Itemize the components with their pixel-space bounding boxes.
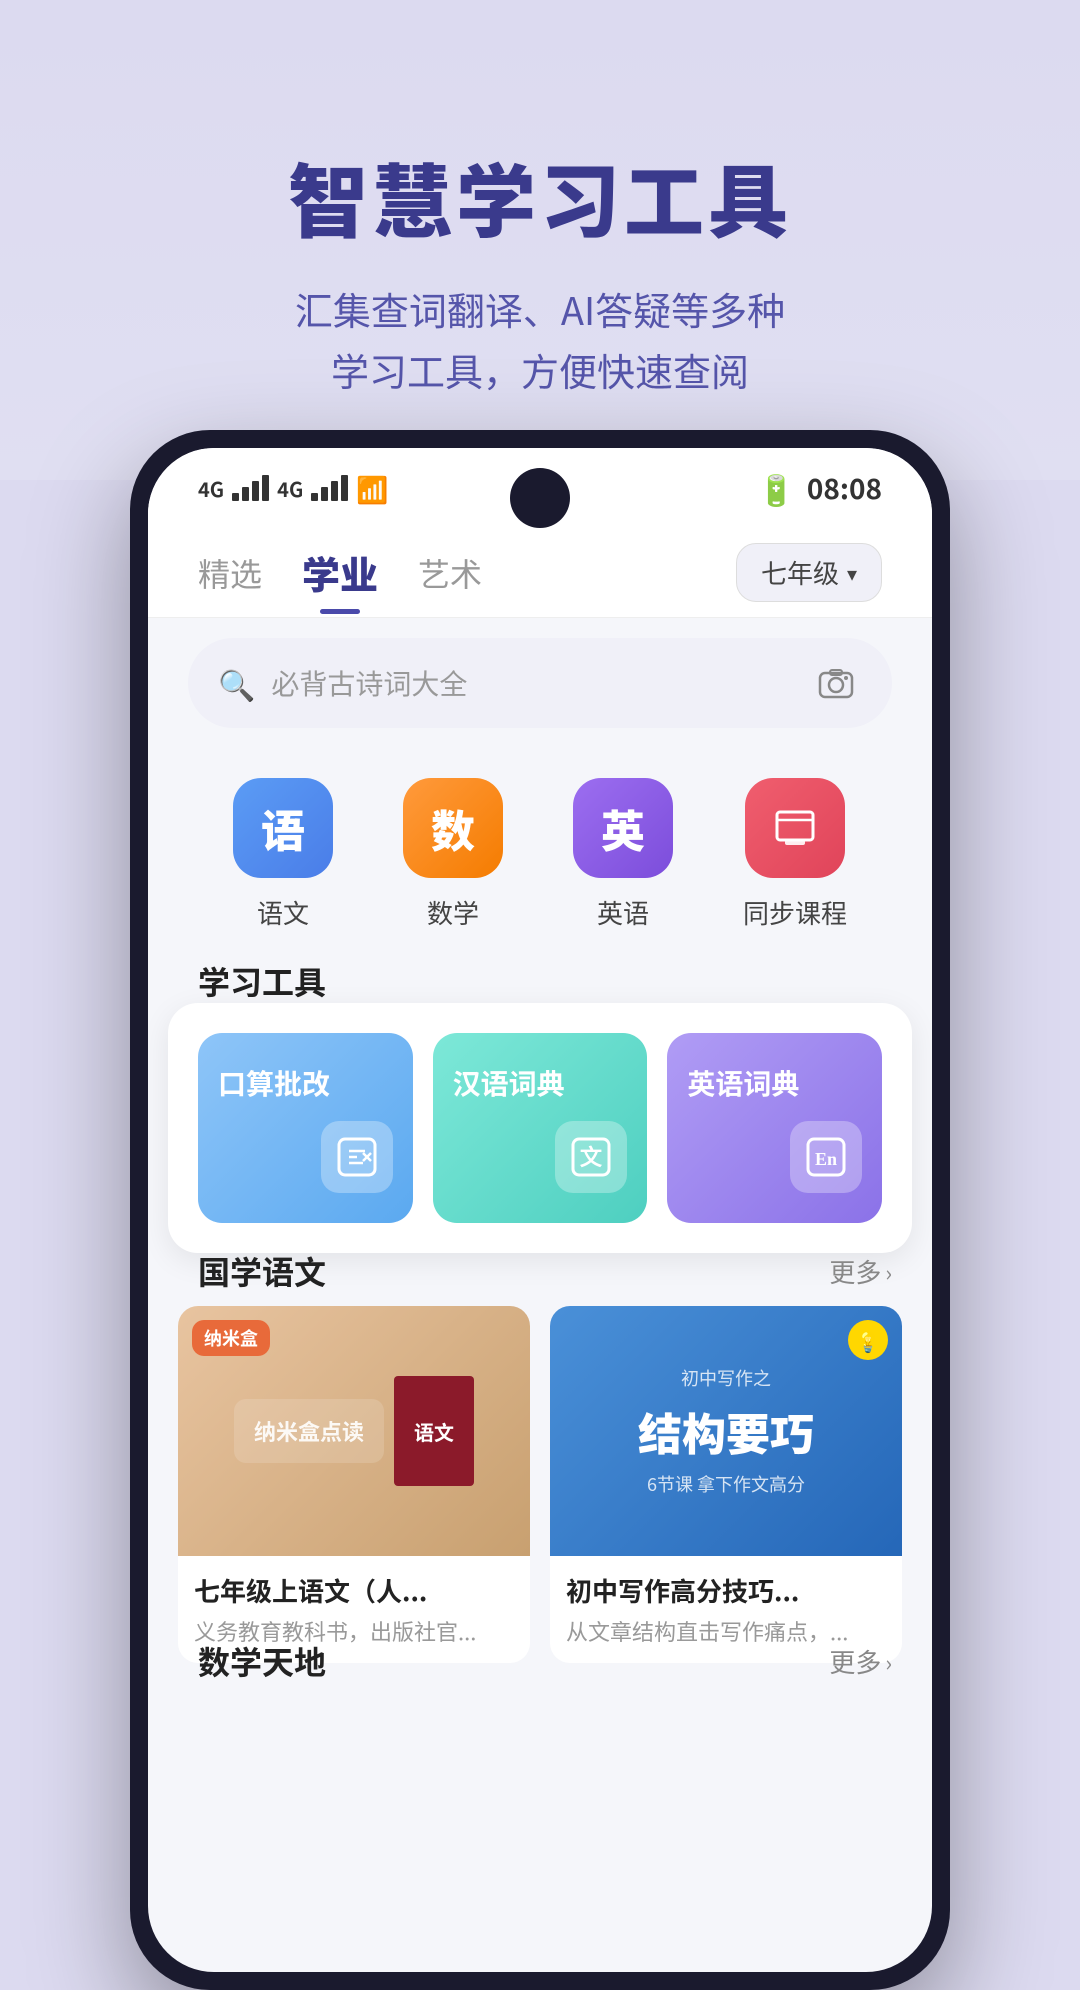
signal-4g-1: 4G	[198, 474, 224, 503]
search-icon: 🔍	[218, 661, 255, 705]
book-card-writing[interactable]: 💡 初中写作之 结构要巧 6节课 拿下作文高分 初中写作高分技巧... 从文章结…	[550, 1306, 902, 1663]
categories-row: 语 语文 数 数学 英 英语	[148, 758, 932, 951]
tab-yishu[interactable]: 艺术	[418, 540, 482, 606]
phone-notch	[510, 468, 570, 528]
phone-screen: 4G 4G 📶 🔋 08:08 精选 学业	[148, 448, 932, 1972]
tip-icon: 💡	[848, 1320, 888, 1360]
phone-frame: 4G 4G 📶 🔋 08:08 精选 学业	[130, 430, 950, 1990]
grade-selector[interactable]: 七年级 ▾	[736, 543, 882, 602]
shuxue-section-title: 数学天地	[198, 1638, 326, 1684]
writing-card-content: 初中写作之 结构要巧 6节课 拿下作文高分	[618, 1345, 834, 1517]
book-title-writing: 初中写作高分技巧...	[566, 1572, 886, 1609]
yuwen-label: 语文	[257, 894, 309, 931]
writing-sub: 6节课 拿下作文高分	[638, 1471, 814, 1497]
book-card-writing-img: 💡 初中写作之 结构要巧 6节课 拿下作文高分	[550, 1306, 902, 1556]
shuxue-more-link[interactable]: 更多 ›	[829, 1643, 892, 1680]
tool-hanyu-title: 汉语词典	[453, 1063, 565, 1103]
guoxue-more-link[interactable]: 更多 ›	[829, 1253, 892, 1290]
guoxue-section-title: 国学语文	[198, 1248, 326, 1294]
search-bar[interactable]: 🔍 必背古诗词大全	[188, 638, 892, 728]
hero-subtitle: 汇集查词翻译、AI答疑等多种 学习工具，方便快速查阅	[295, 279, 785, 401]
tool-kousuan-title: 口算批改	[218, 1063, 330, 1103]
status-left: 4G 4G 📶	[198, 470, 389, 507]
nav-tabs: 精选 学业 艺术 七年级 ▾	[148, 528, 932, 618]
search-placeholder: 必背古诗词大全	[271, 663, 794, 703]
book-cards-row: 纳米盒 纳米盒点读 语文 七年级上语文（人... 义务教育教科书，出版社官...	[178, 1306, 902, 1663]
kecheng-icon	[745, 778, 845, 878]
hero-subtitle-line2: 学习工具，方便快速查阅	[331, 342, 749, 397]
shuxue-icon: 数	[403, 778, 503, 878]
camera-icon[interactable]	[810, 657, 862, 709]
tools-section-title: 学习工具	[198, 958, 326, 1004]
writing-tag: 初中写作之	[638, 1365, 814, 1391]
book-card-yuwen[interactable]: 纳米盒 纳米盒点读 语文 七年级上语文（人... 义务教育教科书，出版社官...	[178, 1306, 530, 1663]
tool-card-yingyu[interactable]: 英语词典 En	[667, 1033, 882, 1223]
wifi-icon: 📶	[356, 470, 388, 507]
book-card-yuwen-img: 纳米盒 纳米盒点读 语文	[178, 1306, 530, 1556]
tool-kousuan-icon	[321, 1121, 393, 1193]
shuxue-label: 数学	[427, 894, 479, 931]
category-kecheng[interactable]: 同步课程	[743, 778, 847, 931]
kecheng-label: 同步课程	[743, 894, 847, 931]
book-title-yuwen: 七年级上语文（人...	[194, 1572, 514, 1609]
hero-section: 智慧学习工具 汇集查词翻译、AI答疑等多种 学习工具，方便快速查阅	[0, 0, 1080, 480]
shuxue-more-label: 更多	[829, 1643, 881, 1680]
svg-text:文: 文	[580, 1145, 603, 1170]
hero-subtitle-line1: 汇集查词翻译、AI答疑等多种	[295, 281, 785, 336]
chevron-right-icon: ›	[885, 1256, 892, 1288]
guoxue-more-label: 更多	[829, 1253, 881, 1290]
tool-hanyu-icon: 文	[555, 1121, 627, 1193]
battery-icon: 🔋	[757, 466, 794, 510]
tool-yingyu-title: 英语词典	[687, 1063, 799, 1103]
category-shuxue[interactable]: 数 数学	[403, 778, 503, 931]
tab-xueye[interactable]: 学业	[302, 535, 378, 610]
category-yuwen[interactable]: 语 语文	[233, 778, 333, 931]
yuwen-icon: 语	[233, 778, 333, 878]
svg-text:En: En	[815, 1149, 837, 1169]
chevron-down-icon: ▾	[847, 558, 857, 587]
phone-mockup: 4G 4G 📶 🔋 08:08 精选 学业	[130, 430, 950, 1990]
hero-title: 智慧学习工具	[288, 139, 792, 255]
nanmi-badge: 纳米盒	[192, 1320, 270, 1356]
writing-title-big: 结构要巧	[638, 1399, 814, 1463]
status-right: 🔋 08:08	[757, 466, 882, 510]
book-cover: 语文	[394, 1376, 474, 1486]
chevron-right-icon-2: ›	[885, 1646, 892, 1678]
clock-time: 08:08	[807, 468, 882, 508]
tool-yingyu-icon: En	[790, 1121, 862, 1193]
tool-card-hanyu[interactable]: 汉语词典 文	[433, 1033, 648, 1223]
tools-panel: 口算批改 汉语词典	[168, 1003, 912, 1253]
yingyu-label: 英语	[597, 894, 649, 931]
category-yingyu[interactable]: 英 英语	[573, 778, 673, 931]
grade-label: 七年级	[761, 554, 839, 591]
signal-bars-1	[232, 475, 269, 501]
signal-4g-2: 4G	[277, 474, 303, 503]
tool-card-kousuan[interactable]: 口算批改	[198, 1033, 413, 1223]
tab-jingxuan[interactable]: 精选	[198, 540, 262, 606]
yingyu-icon: 英	[573, 778, 673, 878]
signal-bars-2	[311, 475, 348, 501]
